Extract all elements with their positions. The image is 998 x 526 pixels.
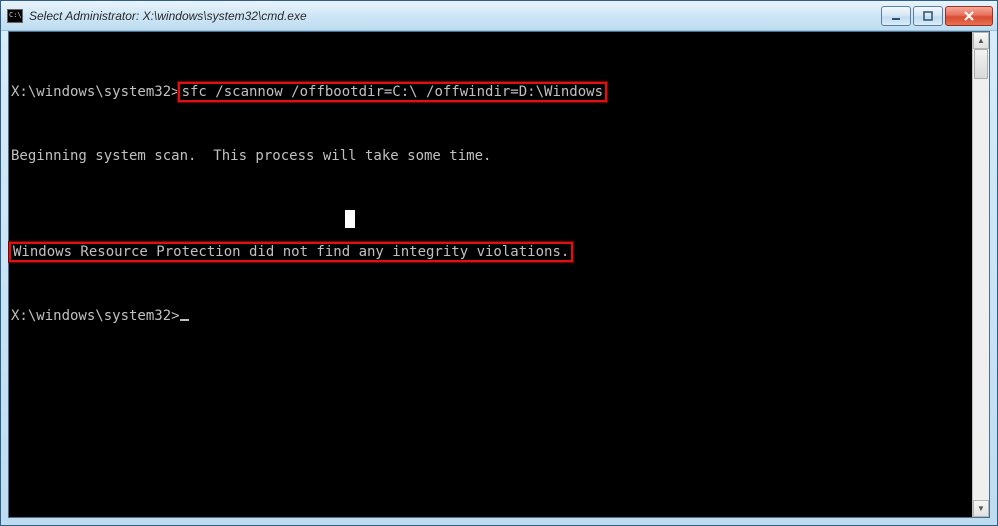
titlebar[interactable]: C:\. Select Administrator: X:\windows\sy… — [1, 1, 997, 31]
client-area: X:\windows\system32>sfc /scannow /offboo… — [8, 31, 990, 518]
result-text: Windows Resource Protection did not find… — [13, 244, 569, 260]
result-line: Windows Resource Protection did not find… — [11, 244, 970, 260]
close-button[interactable] — [945, 6, 993, 26]
maximize-button[interactable] — [913, 6, 943, 26]
caption-buttons — [881, 6, 995, 26]
chevron-down-icon: ▼ — [977, 504, 985, 513]
chevron-up-icon: ▲ — [977, 36, 985, 45]
prompt-line: X:\windows\system32> — [11, 308, 970, 324]
blank-line — [11, 116, 970, 132]
cmd-window: C:\. Select Administrator: X:\windows\sy… — [0, 0, 998, 526]
prompt: X:\windows\system32> — [11, 308, 180, 324]
minimize-icon — [891, 11, 901, 21]
scroll-track[interactable] — [973, 49, 989, 500]
scroll-down-button[interactable]: ▼ — [973, 500, 989, 517]
close-icon — [963, 11, 975, 21]
command-text: sfc /scannow /offbootdir=C:\ /offwindir=… — [182, 84, 603, 100]
highlight-result: Windows Resource Protection did not find… — [9, 242, 573, 262]
cmd-line: X:\windows\system32>sfc /scannow /offboo… — [11, 84, 970, 100]
cursor — [180, 319, 189, 321]
scroll-up-button[interactable]: ▲ — [973, 32, 989, 49]
maximize-icon — [923, 11, 933, 21]
minimize-button[interactable] — [881, 6, 911, 26]
vertical-scrollbar[interactable]: ▲ ▼ — [972, 32, 989, 517]
prompt: X:\windows\system32> — [11, 84, 180, 100]
blank-line — [11, 276, 970, 292]
blank-line — [11, 180, 970, 196]
window-title: Select Administrator: X:\windows\system3… — [29, 9, 881, 23]
blank-line — [11, 52, 970, 68]
cmd-icon: C:\. — [7, 9, 23, 23]
scroll-thumb[interactable] — [974, 49, 988, 79]
status-line: Beginning system scan. This process will… — [11, 148, 970, 164]
highlight-command: sfc /scannow /offbootdir=C:\ /offwindir=… — [178, 82, 607, 102]
terminal[interactable]: X:\windows\system32>sfc /scannow /offboo… — [9, 32, 972, 517]
text-caret — [345, 210, 355, 228]
blank-line — [11, 212, 970, 228]
